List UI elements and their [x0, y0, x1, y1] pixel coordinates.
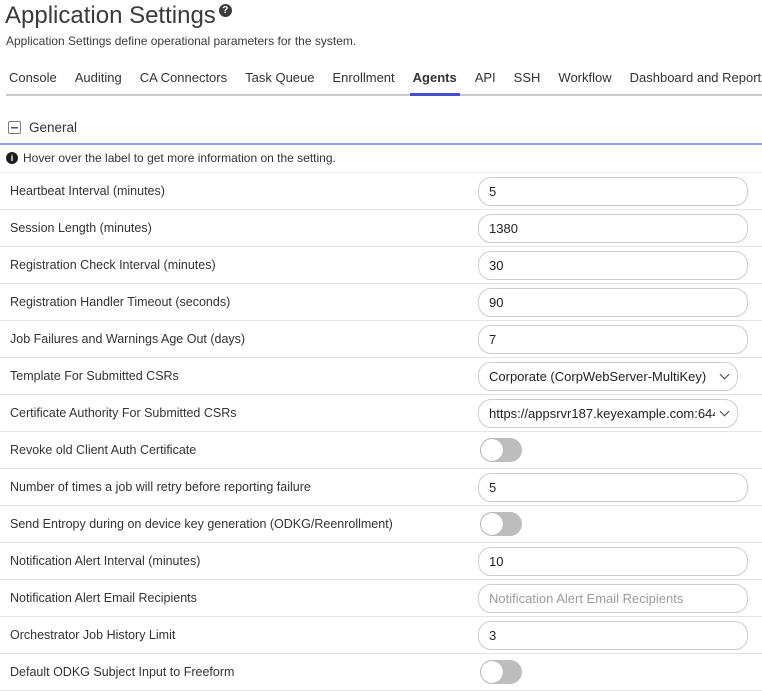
setting-row-notification-alert-email: Notification Alert Email Recipients [0, 580, 762, 617]
setting-row-template-for-csrs: Template For Submitted CSRs Corporate (C… [0, 358, 762, 395]
chevron-down-icon [720, 369, 730, 379]
setting-label: Revoke old Client Auth Certificate [10, 443, 196, 457]
template-for-csrs-select[interactable]: Corporate (CorpWebServer-MultiKey) [478, 362, 738, 391]
session-length-input[interactable] [478, 214, 748, 243]
settings-tab-bar: Console Auditing CA Connectors Task Queu… [6, 64, 762, 96]
setting-label: Notification Alert Interval (minutes) [10, 554, 200, 568]
setting-row-job-retry-count: Number of times a job will retry before … [0, 469, 762, 506]
page-title-text: Application Settings [5, 2, 216, 29]
tab-agents[interactable]: Agents [410, 64, 460, 96]
setting-label: Number of times a job will retry before … [10, 480, 311, 494]
tab-workflow[interactable]: Workflow [555, 64, 614, 96]
tab-ssh[interactable]: SSH [511, 64, 544, 96]
setting-label: Session Length (minutes) [10, 221, 152, 235]
send-entropy-toggle[interactable] [480, 512, 522, 536]
setting-label: Orchestrator Job History Limit [10, 628, 175, 642]
setting-label: Certificate Authority For Submitted CSRs [10, 406, 236, 420]
page-subtitle: Application Settings define operational … [6, 34, 762, 48]
general-section-title: General [29, 120, 77, 135]
collapse-minus-icon[interactable] [8, 121, 21, 134]
tab-ca-connectors[interactable]: CA Connectors [137, 64, 230, 96]
heartbeat-interval-input[interactable] [478, 177, 748, 206]
setting-row-orchestrator-job-history-limit: Orchestrator Job History Limit [0, 617, 762, 654]
page-header: Application Settings? Application Settin… [0, 0, 762, 48]
notification-alert-email-input[interactable] [478, 584, 748, 613]
tab-task-queue[interactable]: Task Queue [242, 64, 317, 96]
setting-row-revoke-old-client-auth: Revoke old Client Auth Certificate [0, 432, 762, 469]
setting-label: Heartbeat Interval (minutes) [10, 184, 165, 198]
registration-check-interval-input[interactable] [478, 251, 748, 280]
setting-label: Template For Submitted CSRs [10, 369, 179, 383]
page-title: Application Settings? [5, 1, 762, 31]
orchestrator-job-history-limit-input[interactable] [478, 621, 748, 650]
setting-row-notification-alert-interval: Notification Alert Interval (minutes) [0, 543, 762, 580]
default-odkg-freeform-toggle[interactable] [480, 660, 522, 684]
toggle-knob [481, 513, 503, 535]
setting-label: Send Entropy during on device key genera… [10, 517, 393, 531]
info-text: Hover over the label to get more informa… [23, 151, 336, 165]
setting-row-heartbeat-interval: Heartbeat Interval (minutes) [0, 173, 762, 210]
setting-row-job-failures-age-out: Job Failures and Warnings Age Out (days) [0, 321, 762, 358]
select-value: Corporate (CorpWebServer-MultiKey) [489, 369, 706, 384]
job-failures-age-out-input[interactable] [478, 325, 748, 354]
revoke-old-client-auth-toggle[interactable] [480, 438, 522, 462]
tab-enrollment[interactable]: Enrollment [330, 64, 398, 96]
chevron-down-icon [720, 406, 730, 416]
select-value: https://appsrvr187.keyexample.com:6447\C… [489, 406, 715, 421]
tab-api[interactable]: API [472, 64, 499, 96]
toggle-knob [481, 661, 503, 683]
help-icon[interactable]: ? [219, 4, 232, 17]
setting-label: Notification Alert Email Recipients [10, 591, 197, 605]
setting-label: Default ODKG Subject Input to Freeform [10, 665, 234, 679]
settings-list: Heartbeat Interval (minutes) Session Len… [0, 173, 762, 691]
info-banner: i Hover over the label to get more infor… [0, 145, 762, 173]
general-section-header[interactable]: General [0, 115, 762, 145]
tab-console[interactable]: Console [6, 64, 60, 96]
info-icon: i [6, 152, 18, 164]
setting-row-default-odkg-freeform: Default ODKG Subject Input to Freeform [0, 654, 762, 691]
ca-for-csrs-select[interactable]: https://appsrvr187.keyexample.com:6447\C… [478, 399, 738, 428]
toggle-knob [481, 439, 503, 461]
tab-dashboard-and-reports[interactable]: Dashboard and Reports [627, 64, 762, 96]
notification-alert-interval-input[interactable] [478, 547, 748, 576]
setting-label: Registration Handler Timeout (seconds) [10, 295, 230, 309]
registration-handler-timeout-input[interactable] [478, 288, 748, 317]
setting-row-session-length: Session Length (minutes) [0, 210, 762, 247]
setting-row-ca-for-csrs: Certificate Authority For Submitted CSRs… [0, 395, 762, 432]
setting-row-send-entropy: Send Entropy during on device key genera… [0, 506, 762, 543]
setting-row-registration-handler-timeout: Registration Handler Timeout (seconds) [0, 284, 762, 321]
setting-label: Registration Check Interval (minutes) [10, 258, 216, 272]
job-retry-count-input[interactable] [478, 473, 748, 502]
setting-label: Job Failures and Warnings Age Out (days) [10, 332, 245, 346]
setting-row-registration-check-interval: Registration Check Interval (minutes) [0, 247, 762, 284]
tab-auditing[interactable]: Auditing [72, 64, 125, 96]
